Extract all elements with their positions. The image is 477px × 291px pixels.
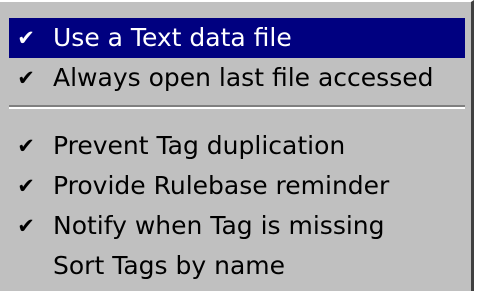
checkmark-icon: ✔ xyxy=(17,26,35,50)
menu-item-label: Sort Tags by name xyxy=(53,251,285,280)
menu-item-label: Provide Rulebase reminder xyxy=(53,171,390,200)
menu-item-prevent-tag-duplication[interactable]: ✔ Prevent Tag duplication xyxy=(9,126,465,166)
menu-item-label: Always open last file accessed xyxy=(53,63,434,92)
checkmark-icon: ✔ xyxy=(17,174,35,198)
checkmark-icon: ✔ xyxy=(17,134,35,158)
menu-item-sort-tags-by-name[interactable]: Sort Tags by name xyxy=(9,246,465,286)
options-menu: ✔ Use a Text data file ✔ Always open las… xyxy=(0,0,474,291)
checkmark-icon: ✔ xyxy=(17,214,35,238)
menu-item-label: Use a Text data file xyxy=(53,23,292,52)
menu-item-provide-rulebase-reminder[interactable]: ✔ Provide Rulebase reminder xyxy=(9,166,465,206)
checkmark-icon xyxy=(14,246,38,286)
menu-separator xyxy=(9,105,465,109)
menu-item-label: Prevent Tag duplication xyxy=(53,131,346,160)
menu-item-notify-when-tag-missing[interactable]: ✔ Notify when Tag is missing xyxy=(9,206,465,246)
checkmark-icon: ✔ xyxy=(17,66,35,90)
menu-item-always-open-last-file[interactable]: ✔ Always open last file accessed xyxy=(9,58,465,98)
menu-item-use-text-data-file[interactable]: ✔ Use a Text data file xyxy=(9,18,465,58)
menu-item-label: Notify when Tag is missing xyxy=(53,211,385,240)
